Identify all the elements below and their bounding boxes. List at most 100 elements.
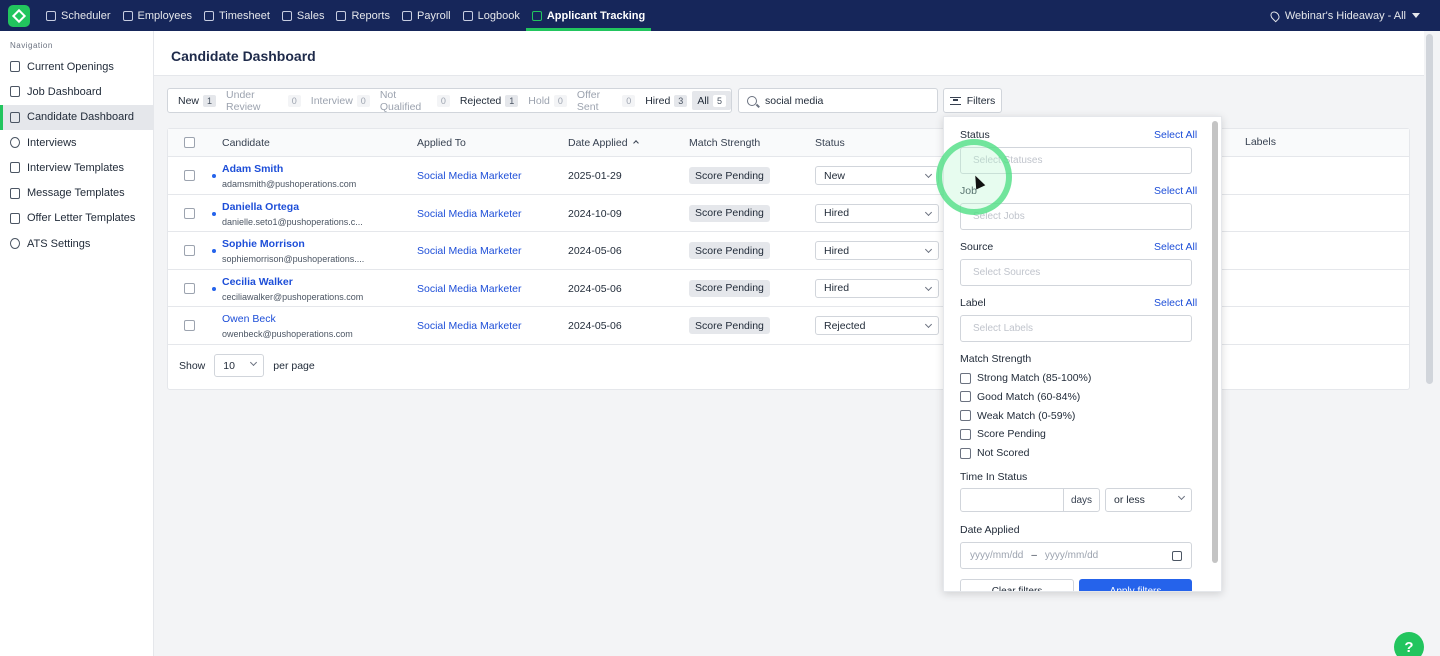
- nav-item-scheduler[interactable]: Scheduler: [40, 0, 117, 31]
- app-logo[interactable]: [8, 4, 30, 27]
- match-option[interactable]: Score Pending: [960, 428, 1046, 440]
- status-select[interactable]: New: [815, 166, 939, 185]
- sidebar: Navigation Current Openings Job Dashboard…: [0, 31, 154, 656]
- col-match-strength[interactable]: Match Strength: [689, 137, 760, 149]
- sidebar-item-message-templates[interactable]: Message Templates: [0, 180, 153, 205]
- select-all-checkbox[interactable]: [184, 137, 195, 148]
- page-scrollbar[interactable]: [1426, 34, 1433, 384]
- sidebar-item-interview-templates[interactable]: Interview Templates: [0, 155, 153, 180]
- tab-under-review[interactable]: Under Review 0: [221, 89, 306, 113]
- row-checkbox[interactable]: [184, 170, 195, 181]
- source-select-input[interactable]: Select Sources: [960, 259, 1192, 286]
- candidate-name-link[interactable]: Sophie Morrison: [222, 238, 305, 250]
- label-select-input[interactable]: Select Labels: [960, 315, 1192, 342]
- unread-indicator: [212, 286, 216, 291]
- date-range-input[interactable]: yyyy/mm/dd – yyyy/mm/dd: [960, 542, 1192, 569]
- candidate-name-link[interactable]: Adam Smith: [222, 163, 283, 175]
- filter-panel-scrollbar[interactable]: [1212, 121, 1218, 563]
- tab-rejected[interactable]: Rejected 1: [455, 91, 523, 110]
- tab-new[interactable]: New 1: [173, 91, 221, 110]
- match-strength-badge: Score Pending: [689, 279, 770, 297]
- nav-item-logbook[interactable]: Logbook: [457, 0, 526, 31]
- candidate-email: danielle.seto1@pushoperations.c...: [222, 216, 363, 227]
- building-icon: [281, 10, 292, 21]
- match-option-checkbox[interactable]: [960, 428, 971, 440]
- tab-offer-sent[interactable]: Offer Sent 0: [572, 89, 640, 113]
- date-from-input[interactable]: yyyy/mm/dd: [970, 550, 1023, 561]
- table-row[interactable]: Daniella Ortega danielle.seto1@pushoperat…: [168, 195, 1409, 232]
- sidebar-item-job-dashboard[interactable]: Job Dashboard: [0, 79, 153, 104]
- table-row[interactable]: Cecilia Walker ceciliawalker@pushoperatio…: [168, 270, 1409, 307]
- candidate-name-link[interactable]: Owen Beck: [222, 313, 276, 325]
- row-checkbox[interactable]: [184, 207, 195, 219]
- nav-item-employees[interactable]: Employees: [117, 0, 198, 31]
- sidebar-item-current-openings[interactable]: Current Openings: [0, 54, 153, 79]
- table-row[interactable]: Owen Beck owenbeck@pushoperations.com Soci…: [168, 307, 1409, 345]
- col-candidate[interactable]: Candidate: [222, 137, 270, 149]
- col-labels[interactable]: Labels: [1245, 136, 1276, 148]
- per-page-select[interactable]: 10: [214, 354, 265, 377]
- sidebar-item-candidate-dashboard[interactable]: Candidate Dashboard: [0, 104, 153, 130]
- status-select-all-link[interactable]: Select All: [1154, 129, 1197, 141]
- source-select-all-link[interactable]: Select All: [1154, 241, 1197, 253]
- tab-all[interactable]: All 5: [692, 91, 731, 110]
- status-value: Hired: [824, 207, 850, 219]
- table-row[interactable]: Adam Smith adamsmith@pushoperations.com So…: [168, 157, 1409, 195]
- tab-hold[interactable]: Hold 0: [523, 91, 572, 110]
- applied-to-link[interactable]: Social Media Marketer: [417, 208, 521, 220]
- chart-icon: [336, 10, 347, 21]
- filters-button[interactable]: Filters: [943, 88, 1002, 113]
- match-option[interactable]: Strong Match (85-100%): [960, 372, 1091, 384]
- location-selector[interactable]: Webinar's Hideaway - All: [1268, 0, 1420, 31]
- candidate-name-link[interactable]: Cecilia Walker: [222, 276, 293, 288]
- match-option[interactable]: Not Scored: [960, 447, 1030, 459]
- table-row[interactable]: Sophie Morrison sophiemorrison@pushoperat…: [168, 232, 1409, 270]
- nav-item-applicant-tracking[interactable]: Applicant Tracking: [525, 0, 652, 31]
- applied-to-link[interactable]: Social Media Marketer: [417, 320, 521, 332]
- clear-filters-button[interactable]: Clear filters: [960, 579, 1074, 591]
- applied-to-link[interactable]: Social Media Marketer: [417, 283, 521, 295]
- nav-item-reports[interactable]: Reports: [330, 0, 396, 31]
- tab-hired[interactable]: Hired 3: [640, 91, 692, 110]
- sidebar-item-interviews[interactable]: Interviews: [0, 130, 153, 155]
- apply-filters-button[interactable]: Apply filters: [1079, 579, 1192, 591]
- col-applied-to[interactable]: Applied To: [417, 137, 466, 149]
- help-button[interactable]: ?: [1394, 632, 1424, 656]
- row-checkbox[interactable]: [184, 320, 195, 331]
- comparator-select[interactable]: or less: [1105, 488, 1192, 512]
- candidate-name-link[interactable]: Daniella Ortega: [222, 201, 299, 213]
- tab-not-qualified[interactable]: Not Qualified 0: [375, 89, 455, 113]
- sidebar-item-ats-settings[interactable]: ATS Settings: [0, 231, 153, 256]
- sidebar-item-offer-letter-templates[interactable]: Offer Letter Templates: [0, 206, 153, 231]
- filter-date-title: Date Applied: [960, 524, 1020, 536]
- job-select-all-link[interactable]: Select All: [1154, 185, 1197, 197]
- label-select-all-link[interactable]: Select All: [1154, 297, 1197, 309]
- filter-source-title: Source: [960, 241, 994, 253]
- match-option[interactable]: Good Match (60-84%): [960, 391, 1080, 403]
- status-select[interactable]: Hired: [815, 278, 939, 298]
- match-option-checkbox[interactable]: [960, 372, 971, 384]
- status-select[interactable]: Hired: [815, 241, 939, 260]
- match-option-checkbox[interactable]: [960, 391, 971, 403]
- match-option-checkbox[interactable]: [960, 447, 971, 459]
- nav-item-payroll[interactable]: Payroll: [396, 0, 457, 31]
- date-to-input[interactable]: yyyy/mm/dd: [1045, 550, 1098, 561]
- col-status[interactable]: Status: [815, 137, 845, 149]
- row-checkbox[interactable]: [184, 245, 195, 256]
- match-option-label: Score Pending: [977, 428, 1046, 441]
- nav-item-sales[interactable]: Sales: [276, 0, 331, 31]
- status-select[interactable]: Hired: [815, 203, 939, 223]
- sidebar-item-label: ATS Settings: [27, 237, 91, 250]
- applied-to-link[interactable]: Social Media Marketer: [417, 170, 521, 182]
- time-in-status-input[interactable]: days: [960, 488, 1100, 512]
- applied-to-link[interactable]: Social Media Marketer: [417, 245, 521, 257]
- nav-item-timesheet[interactable]: Timesheet: [198, 0, 276, 31]
- status-select[interactable]: Rejected: [815, 316, 939, 335]
- match-option-checkbox[interactable]: [960, 410, 971, 422]
- row-checkbox[interactable]: [184, 282, 195, 294]
- calendar-icon[interactable]: [1172, 551, 1182, 561]
- search-input[interactable]: social media: [738, 88, 938, 113]
- col-date-applied[interactable]: Date Applied: [568, 137, 639, 149]
- tab-interview[interactable]: Interview 0: [306, 91, 375, 110]
- match-option[interactable]: Weak Match (0-59%): [960, 410, 1075, 422]
